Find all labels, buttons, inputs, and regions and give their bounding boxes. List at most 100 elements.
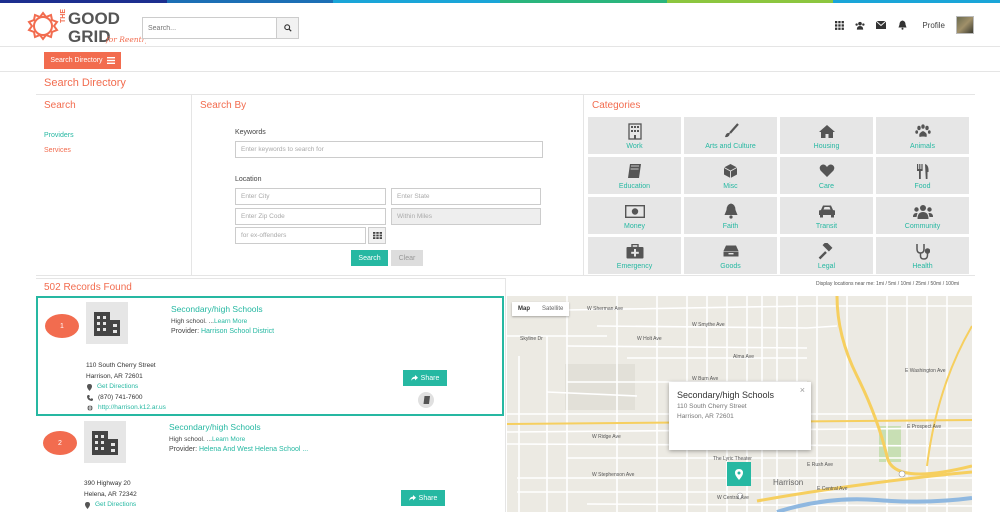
envelope-icon[interactable]	[876, 20, 887, 30]
category-arts[interactable]: Arts and Culture	[684, 117, 777, 154]
category-label: Faith	[722, 223, 739, 230]
tags-field[interactable]: for ex-offenders	[235, 227, 366, 244]
apps-grid-icon[interactable]	[834, 20, 844, 30]
search-directory-button[interactable]: Search Directory	[44, 52, 121, 69]
category-care[interactable]: Care	[780, 157, 873, 194]
record-title[interactable]: Secondary/high Schools	[169, 422, 261, 432]
category-work[interactable]: Work	[588, 117, 681, 154]
category-goods[interactable]: Goods	[684, 237, 777, 274]
record-card[interactable]: 2 Secondary/high Schools High school. ..…	[36, 418, 504, 512]
category-education[interactable]: Education	[588, 157, 681, 194]
money-icon	[624, 202, 645, 220]
category-housing[interactable]: Housing	[780, 117, 873, 154]
get-directions-link[interactable]: Get Directions	[95, 500, 136, 511]
category-health[interactable]: Health	[876, 237, 969, 274]
record-provider: Provider: Helena And West Helena School …	[169, 446, 308, 453]
car-icon	[818, 202, 836, 220]
search-panels: Search Providers Services Search By Keyw…	[36, 94, 975, 276]
keywords-label: Keywords	[235, 129, 266, 136]
zip-field[interactable]: Enter Zip Code	[235, 208, 386, 225]
category-emergency[interactable]: Emergency	[588, 237, 681, 274]
share-button[interactable]: Share	[401, 490, 445, 506]
category-label: Work	[626, 143, 643, 150]
info-window-city: Harrison, AR 72601	[677, 413, 734, 420]
category-label: Animals	[910, 143, 935, 150]
record-provider: Provider: Harrison School District	[171, 328, 274, 335]
category-label: Care	[818, 183, 835, 190]
record-desc-text: High school. ...	[169, 436, 212, 443]
search-icon	[283, 24, 292, 32]
learn-more-link[interactable]: Learn More	[214, 318, 247, 325]
within-miles-select[interactable]: Within Miles	[391, 208, 541, 225]
search-by-panel: Search By Keywords Enter keywords to sea…	[192, 95, 584, 276]
bell-icon[interactable]	[897, 20, 907, 30]
search-button[interactable]	[276, 18, 298, 38]
profile-link[interactable]: Profile	[922, 21, 945, 30]
record-number: 1	[45, 314, 79, 338]
book-icon	[627, 162, 642, 180]
tab-satellite[interactable]: Satellite	[536, 302, 569, 316]
category-faith[interactable]: Faith	[684, 197, 777, 234]
search-submit-button[interactable]: Search	[351, 250, 388, 266]
header-nav: Profile	[834, 16, 974, 34]
building-icon	[86, 302, 128, 344]
category-money[interactable]: Money	[588, 197, 681, 234]
get-directions-link[interactable]: Get Directions	[97, 382, 138, 393]
top-header: THE GOOD GRID for Reentry Profile	[0, 3, 1000, 47]
records-count: 502 Records Found	[44, 282, 132, 293]
map-marker[interactable]	[727, 462, 751, 486]
provider-link[interactable]: Harrison School District	[201, 328, 274, 335]
building-icon	[84, 421, 126, 463]
category-legal[interactable]: Legal	[780, 237, 873, 274]
category-label: Transit	[815, 223, 838, 230]
bookmark-button[interactable]	[418, 392, 434, 408]
map-label: E Washington Ave	[905, 368, 946, 374]
category-label: Legal	[817, 263, 836, 270]
keywords-field[interactable]: Enter keywords to search for	[235, 141, 543, 158]
home-icon	[818, 122, 836, 140]
category-food[interactable]: Food	[876, 157, 969, 194]
map-info-window: × Secondary/high Schools 110 South Cherr…	[669, 382, 811, 450]
category-label: Money	[623, 223, 645, 230]
global-search-input[interactable]	[143, 18, 276, 38]
directory-subbar: Search Directory	[0, 48, 1000, 72]
bell-icon	[724, 202, 738, 220]
address-street: 390 Highway 20	[84, 480, 131, 487]
category-label: Goods	[720, 263, 741, 270]
category-transit[interactable]: Transit	[780, 197, 873, 234]
city-field[interactable]: Enter City	[235, 188, 386, 205]
category-community[interactable]: Community	[876, 197, 969, 234]
page-title: Search Directory	[44, 77, 126, 89]
location-label: Location	[235, 176, 262, 183]
map-marker-icon	[85, 501, 90, 509]
provider-label: Provider:	[169, 446, 198, 453]
svg-text:for Reentry: for Reentry	[105, 35, 146, 44]
map-label: W Sherman Ave	[587, 306, 624, 312]
avatar[interactable]	[956, 16, 974, 34]
grid-icon	[372, 232, 382, 239]
provider-link[interactable]: Helena And West Helena School ...	[199, 446, 308, 453]
record-card[interactable]: 1 Secondary/high Schools High school. ..…	[36, 296, 504, 416]
building-icon	[627, 122, 642, 140]
good-grid-logo[interactable]: THE GOOD GRID for Reentry	[26, 6, 146, 46]
share-label: Share	[420, 374, 440, 382]
providers-link[interactable]: Providers	[44, 128, 74, 143]
svg-text:GRID: GRID	[68, 27, 111, 46]
map-distance-hint[interactable]: Display locations near me: 1mi / 5mi / 1…	[816, 281, 959, 287]
website-link[interactable]: http://harrison.k12.ar.us	[98, 403, 166, 414]
close-icon[interactable]: ×	[800, 385, 805, 395]
category-animals[interactable]: Animals	[876, 117, 969, 154]
users-icon[interactable]	[855, 20, 865, 30]
tab-map[interactable]: Map	[512, 302, 536, 316]
results-map[interactable]: W Sherman Ave W Smythe Ave W Holt Ave Al…	[507, 296, 972, 512]
map-label: Harrison	[773, 478, 804, 487]
learn-more-link[interactable]: Learn More	[212, 436, 245, 443]
map-marker-icon	[735, 468, 743, 480]
share-button[interactable]: Share	[403, 370, 447, 386]
record-title[interactable]: Secondary/high Schools	[171, 304, 263, 314]
state-field[interactable]: Enter State	[391, 188, 541, 205]
services-link[interactable]: Services	[44, 143, 74, 158]
tags-picker-button[interactable]	[368, 227, 386, 244]
clear-button[interactable]: Clear	[391, 250, 423, 266]
category-misc[interactable]: Misc	[684, 157, 777, 194]
